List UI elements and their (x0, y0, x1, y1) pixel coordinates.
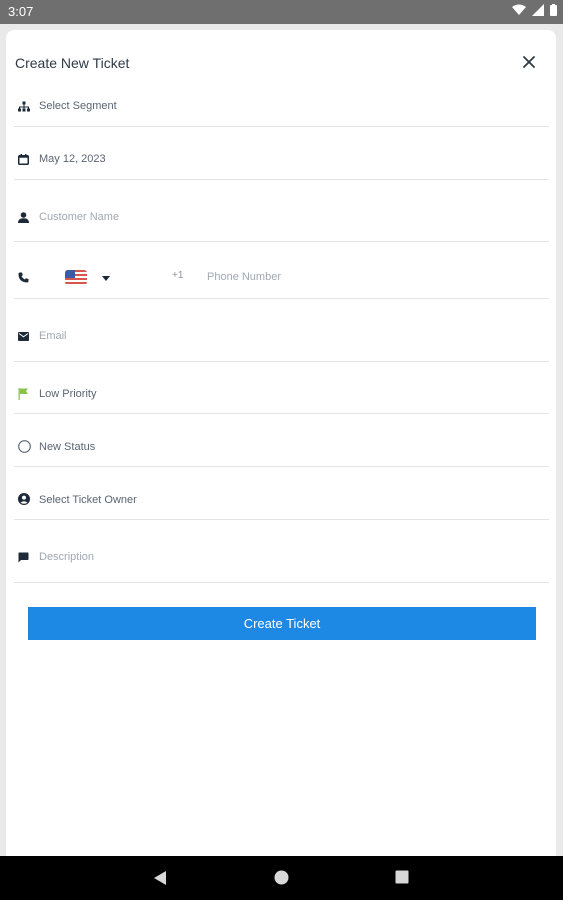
us-flag-icon[interactable] (65, 270, 87, 285)
segment-field[interactable]: Select Segment (14, 93, 549, 127)
dialog-title: Create New Ticket (15, 55, 130, 71)
recents-icon[interactable] (395, 870, 409, 884)
battery-icon (550, 4, 557, 16)
country-code: +1 (172, 270, 184, 281)
status-icons (512, 4, 557, 16)
status-value: New Status (39, 441, 96, 453)
phone-number-input[interactable]: Phone Number (207, 271, 281, 283)
ticket-owner-value: Select Ticket Owner (39, 494, 137, 506)
create-ticket-button[interactable]: Create Ticket (28, 607, 536, 640)
customer-name-placeholder: Customer Name (39, 211, 120, 223)
close-button[interactable] (520, 53, 538, 71)
status-bar: 3:07 (0, 0, 563, 24)
phone-icon (18, 272, 29, 283)
date-field[interactable]: May 12, 2023 (14, 126, 549, 180)
status-time: 3:07 (8, 4, 34, 19)
status-field[interactable]: New Status (14, 414, 549, 467)
country-dropdown-caret[interactable] (102, 276, 110, 281)
date-value: May 12, 2023 (39, 153, 106, 165)
person-icon (18, 212, 29, 223)
wifi-icon (512, 4, 526, 15)
customer-name-field[interactable]: Customer Name (14, 179, 549, 242)
email-placeholder: Email (39, 330, 67, 342)
email-icon (18, 332, 29, 341)
calendar-icon (18, 154, 29, 165)
email-field[interactable]: Email (14, 299, 549, 362)
phone-field: +1 Phone Number (14, 242, 549, 299)
segment-value: Select Segment (39, 100, 117, 112)
flag-icon (18, 388, 28, 400)
priority-field[interactable]: Low Priority (14, 362, 549, 414)
navigation-bar (0, 856, 563, 900)
description-icon (18, 552, 29, 563)
description-placeholder: Description (39, 551, 95, 563)
create-ticket-dialog: Create New Ticket Select Segment May 12,… (6, 30, 556, 856)
circle-status-icon (18, 440, 31, 453)
signal-icon (532, 4, 544, 16)
segment-icon (18, 101, 30, 112)
owner-icon (18, 493, 30, 505)
ticket-owner-field[interactable]: Select Ticket Owner (14, 467, 549, 520)
back-icon[interactable] (153, 870, 167, 886)
priority-value: Low Priority (39, 388, 97, 400)
close-icon (523, 56, 535, 68)
home-icon[interactable] (274, 870, 289, 885)
description-field[interactable]: Description (14, 520, 549, 583)
